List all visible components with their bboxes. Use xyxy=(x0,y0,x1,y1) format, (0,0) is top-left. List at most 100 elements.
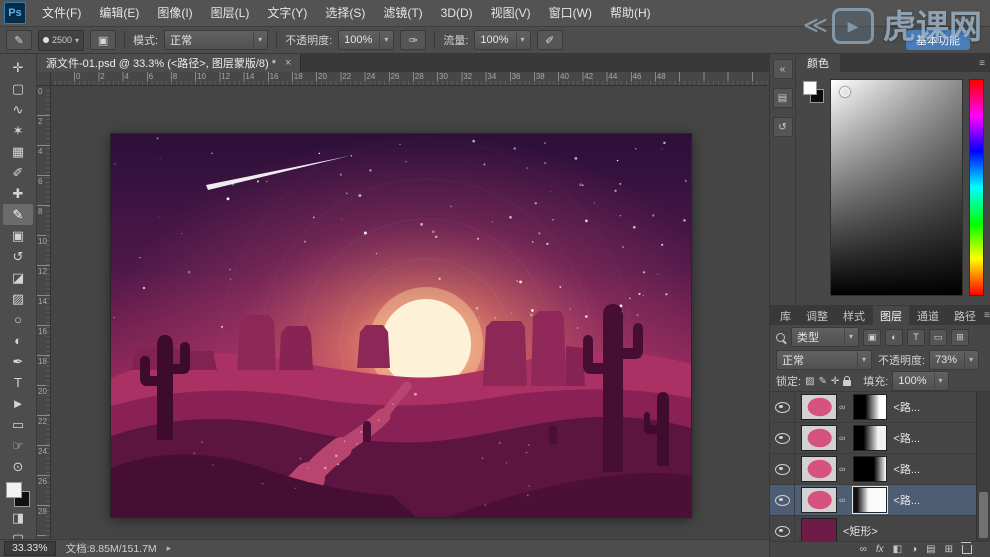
canvas-artwork[interactable] xyxy=(111,134,691,517)
hue-slider[interactable] xyxy=(969,79,984,296)
flow-dropdown[interactable]: 100% ▾ xyxy=(474,30,530,50)
tab-图层[interactable]: 图层 xyxy=(873,306,909,325)
marquee-tool[interactable]: ▢ xyxy=(3,78,33,99)
pressure-opacity-button[interactable]: ✑ xyxy=(400,30,426,50)
zoom-level-field[interactable]: 33.33% xyxy=(4,541,56,556)
layer-thumbnail[interactable] xyxy=(801,425,837,451)
layer-row[interactable]: ∞ <路... xyxy=(770,392,990,423)
quick-mask-button[interactable]: ◨ xyxy=(3,507,33,528)
menu-item-3[interactable]: 图层(L) xyxy=(202,1,259,26)
history-brush-tool[interactable]: ↺ xyxy=(3,246,33,267)
scrollbar-thumb[interactable] xyxy=(979,492,988,538)
layer-opacity-dropdown[interactable]: 73% ▾ xyxy=(929,350,979,370)
crop-tool[interactable]: ▦ xyxy=(3,141,33,162)
workspace-button[interactable]: 基本功能 xyxy=(906,30,970,50)
gradient-tool[interactable]: ▨ xyxy=(3,288,33,309)
delete-layer-icon[interactable] xyxy=(962,545,972,554)
dodge-tool[interactable]: ◐ xyxy=(3,330,33,351)
visibility-toggle[interactable] xyxy=(770,392,795,422)
path-selection-tool[interactable]: ► xyxy=(3,393,33,414)
libraries-panel-icon[interactable]: ▤ xyxy=(773,88,793,108)
layer-name[interactable]: <路... xyxy=(893,399,920,415)
tool-preset-picker[interactable]: ✎ xyxy=(6,30,32,50)
shape-tool[interactable]: ▭ xyxy=(3,414,33,435)
tab-color[interactable]: 颜色 xyxy=(796,54,840,72)
visibility-toggle[interactable] xyxy=(770,516,795,541)
layer-name[interactable]: <路... xyxy=(893,461,920,477)
foreground-color-swatch[interactable] xyxy=(803,81,817,95)
lasso-tool[interactable]: ∿ xyxy=(3,99,33,120)
menu-item-9[interactable]: 窗口(W) xyxy=(540,1,601,26)
history-panel-icon[interactable]: ↺ xyxy=(773,117,793,137)
layer-style-icon[interactable]: fx xyxy=(876,544,884,555)
layer-blend-mode-dropdown[interactable]: 正常 ▾ xyxy=(776,350,872,370)
layer-thumbnail[interactable] xyxy=(801,456,837,482)
airbrush-button[interactable]: ✐ xyxy=(537,30,563,50)
ruler-origin-corner[interactable] xyxy=(37,72,51,86)
fg-bg-swatches[interactable] xyxy=(802,79,824,296)
visibility-toggle[interactable] xyxy=(770,423,795,453)
menu-item-0[interactable]: 文件(F) xyxy=(33,1,90,26)
layer-row[interactable]: <矩形> xyxy=(770,516,990,541)
close-icon[interactable]: × xyxy=(285,57,291,69)
blend-mode-dropdown[interactable]: 正常 ▾ xyxy=(164,30,268,50)
status-arrow-icon[interactable]: ▸ xyxy=(167,543,172,554)
pasteboard[interactable] xyxy=(50,85,769,539)
tab-库[interactable]: 库 xyxy=(773,306,798,325)
spot-healing-tool[interactable]: ✚ xyxy=(3,183,33,204)
layer-thumbnail[interactable] xyxy=(801,518,837,541)
visibility-toggle[interactable] xyxy=(770,454,795,484)
layer-row[interactable]: ∞ <路... xyxy=(770,454,990,485)
panel-menu-icon[interactable]: ≡ xyxy=(979,58,985,69)
menu-item-7[interactable]: 3D(D) xyxy=(432,1,482,26)
brush-tool[interactable]: ✎ xyxy=(3,204,33,225)
saturation-brightness-field[interactable] xyxy=(830,79,963,296)
hand-tool[interactable]: ☞ xyxy=(3,435,33,456)
link-layers-icon[interactable]: ∞ xyxy=(860,544,867,555)
panel-menu-icon[interactable]: ≡ xyxy=(984,310,990,321)
layer-mask-thumbnail[interactable] xyxy=(853,456,887,482)
color-cursor[interactable] xyxy=(840,87,850,97)
menu-item-5[interactable]: 选择(S) xyxy=(316,1,374,26)
lock-transparency-icon[interactable]: ▨ xyxy=(805,376,814,387)
type-tool[interactable]: T xyxy=(3,372,33,393)
layer-mask-thumbnail[interactable] xyxy=(853,487,887,513)
color-swatches[interactable] xyxy=(5,482,31,507)
collapse-dock-icon[interactable]: « xyxy=(773,59,793,79)
blur-tool[interactable]: ○ xyxy=(3,309,33,330)
quick-selection-tool[interactable]: ✶ xyxy=(3,120,33,141)
lock-all-icon[interactable] xyxy=(843,380,851,386)
menu-item-10[interactable]: 帮助(H) xyxy=(601,1,660,26)
document-tab[interactable]: 源文件-01.psd @ 33.3% (<路径>, 图层蒙版/8) * × xyxy=(37,54,301,72)
layer-row-selected[interactable]: ∞ <路... xyxy=(770,485,990,516)
layer-name[interactable]: <矩形> xyxy=(843,523,878,539)
foreground-color[interactable] xyxy=(6,482,22,498)
layer-thumbnail[interactable] xyxy=(801,487,837,513)
layers-scrollbar[interactable] xyxy=(976,392,990,541)
filter-type-dropdown[interactable]: 类型 ▾ xyxy=(791,327,859,347)
eyedropper-tool[interactable]: ✐ xyxy=(3,162,33,183)
opacity-dropdown[interactable]: 100% ▾ xyxy=(338,30,394,50)
filter-shape-layers-icon[interactable]: ▭ xyxy=(929,329,947,346)
visibility-toggle[interactable] xyxy=(770,485,795,515)
adjustment-layer-icon[interactable]: ◑ xyxy=(911,544,917,555)
tab-通道[interactable]: 通道 xyxy=(910,306,946,325)
menu-item-6[interactable]: 滤镜(T) xyxy=(374,1,431,26)
menu-item-1[interactable]: 编辑(E) xyxy=(90,1,148,26)
layer-mask-thumbnail[interactable] xyxy=(853,394,887,420)
tab-路径[interactable]: 路径 xyxy=(947,306,983,325)
add-mask-icon[interactable]: ◧ xyxy=(893,544,902,555)
clone-stamp-tool[interactable]: ▣ xyxy=(3,225,33,246)
new-group-icon[interactable]: ▤ xyxy=(926,544,935,555)
menu-item-8[interactable]: 视图(V) xyxy=(482,1,540,26)
filter-pixel-layers-icon[interactable]: ▣ xyxy=(863,329,881,346)
new-layer-icon[interactable]: ⊞ xyxy=(945,544,953,555)
layer-row[interactable]: ∞ <路... xyxy=(770,423,990,454)
zoom-tool[interactable]: ⊙ xyxy=(3,456,33,477)
layer-name[interactable]: <路... xyxy=(893,430,920,446)
menu-item-4[interactable]: 文字(Y) xyxy=(258,1,316,26)
brush-preset-picker[interactable]: 2500 ▾ xyxy=(38,30,84,51)
fill-dropdown[interactable]: 100% ▾ xyxy=(892,371,948,391)
menu-item-2[interactable]: 图像(I) xyxy=(148,1,201,26)
layer-thumbnail[interactable] xyxy=(801,394,837,420)
